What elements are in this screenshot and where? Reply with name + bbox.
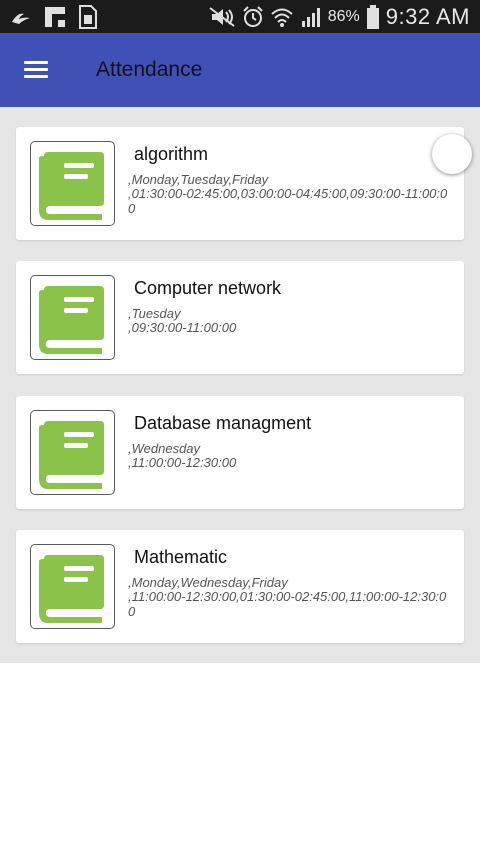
mute-icon: [209, 6, 235, 27]
course-times: ,11:00:00-12:30:00: [128, 455, 237, 470]
status-bar: 86% 9:32 AM: [0, 0, 480, 33]
flipboard-icon: [45, 6, 65, 27]
course-card-database-managment[interactable]: Database managment ,Wednesday ,11:00:00-…: [16, 396, 464, 509]
tips-icon: [12, 13, 30, 24]
book-icon: [30, 141, 115, 226]
course-times: ,09:30:00-11:00:00: [128, 320, 237, 335]
course-days: ,Tuesday: [128, 306, 181, 321]
course-name: algorithm: [134, 144, 209, 164]
battery-icon: [366, 4, 379, 29]
wifi-icon: [271, 8, 293, 27]
course-days: ,Wednesday: [128, 441, 201, 456]
signal-icon: [301, 7, 320, 27]
app-title: Attendance: [96, 58, 203, 81]
status-bar-right: 86% 9:32 AM: [208, 3, 470, 30]
alarm-icon: [243, 5, 263, 27]
course-name: Database managment: [134, 413, 312, 433]
hamburger-menu-icon[interactable]: [22, 57, 54, 83]
sim-icon: [79, 4, 97, 29]
course-days: ,Monday,Tuesday,Friday: [128, 172, 269, 187]
status-bar-left: [10, 4, 98, 29]
course-list: algorithm ,Monday,Tuesday,Friday ,01:30:…: [0, 107, 480, 663]
course-name: Mathematic: [134, 547, 228, 567]
app-bar: Attendance: [0, 33, 480, 107]
book-icon: [30, 544, 115, 629]
course-times: ,01:30:00-02:45:00,03:00:00-04:45:00,09:…: [128, 186, 448, 216]
course-name: Computer network: [134, 278, 282, 298]
select-radio-button[interactable]: [432, 134, 472, 174]
battery-percentage: 86%: [327, 7, 360, 25]
course-times: ,11:00:00-12:30:00,01:30:00-02:45:00,11:…: [128, 589, 447, 619]
course-days: ,Monday,Wednesday,Friday: [128, 575, 288, 590]
course-card-computer-network[interactable]: Computer network ,Tuesday ,09:30:00-11:0…: [16, 261, 464, 374]
book-icon: [30, 275, 115, 360]
course-card-algorithm[interactable]: algorithm ,Monday,Tuesday,Friday ,01:30:…: [16, 127, 464, 240]
course-card-mathematic[interactable]: Mathematic ,Monday,Wednesday,Friday ,11:…: [16, 530, 464, 643]
status-bar-time: 9:32 AM: [385, 3, 470, 29]
book-icon: [30, 410, 115, 495]
